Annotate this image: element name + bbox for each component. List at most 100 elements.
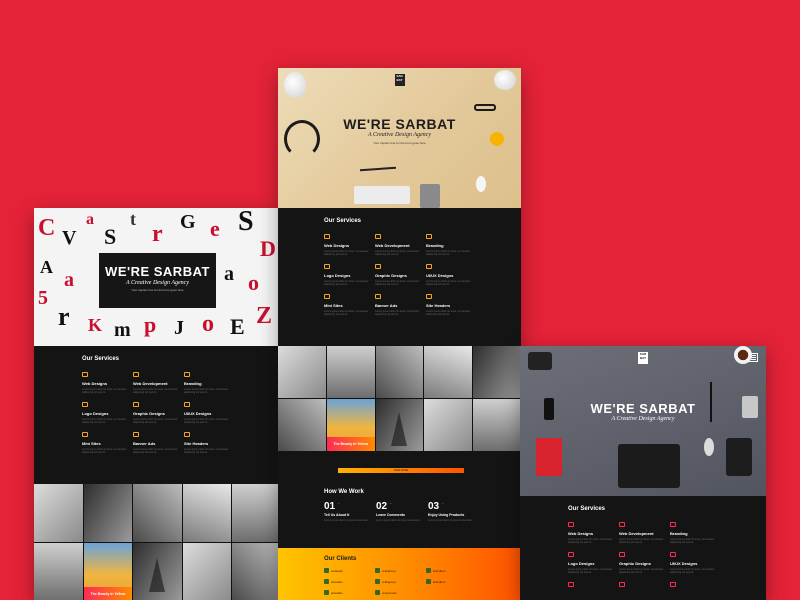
services-grid: Web Designs Lorem ipsum dolor sit amet, c…: [324, 234, 521, 316]
service-item[interactable]: [568, 582, 619, 591]
service-name: Banner Ads: [375, 303, 398, 308]
service-item[interactable]: UI/UX Designs Lorem ipsum dolor sit amet,…: [426, 264, 477, 286]
how-we-work-section: How We Work 01— Tell Us About It Lorem ips…: [324, 489, 504, 522]
headphones-icon: [619, 552, 625, 557]
client-logo[interactable]: artstudio: [324, 579, 375, 584]
portfolio-gallery: The Beauty in Yellow: [34, 484, 281, 600]
service-item[interactable]: [619, 582, 670, 591]
service-item[interactable]: Logo Designs Lorem ipsum dolor sit amet, …: [324, 264, 375, 286]
service-item[interactable]: Branding Lorem ipsum dolor sit amet, cons…: [670, 522, 721, 544]
service-item[interactable]: Graphic Designs Lorem ipsum dolor sit ame…: [133, 402, 184, 424]
portfolio-tile[interactable]: [375, 399, 424, 451]
client-badge-icon: [375, 568, 380, 573]
client-logo[interactable]: brandbox: [426, 579, 477, 584]
portfolio-tile[interactable]: [83, 484, 133, 542]
service-item[interactable]: Graphic Designs Lorem ipsum dolor sit ame…: [375, 264, 426, 286]
code-icon: [133, 372, 139, 377]
view-more-button[interactable]: VIEW MORE: [338, 468, 464, 473]
step-item: 01— Tell Us About It Lorem ipsum dolor sit…: [324, 501, 376, 522]
hero-collage-letter: K: [88, 315, 103, 335]
banner-icon: [375, 294, 381, 299]
portfolio-tile[interactable]: [424, 399, 473, 451]
client-logo[interactable]: brandbox: [426, 568, 477, 573]
portfolio-tile[interactable]: [133, 484, 182, 542]
portfolio-tile[interactable]: [278, 346, 326, 398]
section-title: Our Services: [324, 218, 362, 224]
heart-icon: [324, 264, 330, 269]
service-item[interactable]: UI/UX Designs Lorem ipsum dolor sit amet,…: [670, 552, 721, 574]
portfolio-tile[interactable]: [34, 484, 83, 542]
service-item[interactable]: Logo Designs Lorem ipsum dolor sit amet, …: [568, 552, 619, 574]
service-item[interactable]: Web Designs Lorem ipsum dolor sit amet, c…: [82, 372, 133, 394]
client-logo[interactable]: craftgroup: [375, 579, 426, 584]
portfolio-tile[interactable]: [424, 346, 473, 398]
page-title: WE'RE SARBAT: [105, 264, 210, 279]
service-item[interactable]: [670, 582, 721, 591]
step-item: 02— Leave Comments Lorem ipsum dolor sit a…: [376, 501, 428, 522]
client-logo[interactable]: artstudio: [324, 590, 375, 595]
portfolio-tile[interactable]: [133, 543, 182, 600]
hero-collage-letter: o: [202, 311, 214, 337]
portfolio-tile[interactable]: [182, 484, 232, 542]
tower-shape: [391, 412, 408, 446]
service-item[interactable]: Graphic Designs Lorem ipsum dolor sit ame…: [619, 552, 670, 574]
service-item[interactable]: Mini Sites Lorem ipsum dolor sit amet, co…: [324, 294, 375, 316]
portfolio-tile[interactable]: [278, 399, 326, 451]
service-item[interactable]: Banner Ads Lorem ipsum dolor sit amet, co…: [133, 432, 184, 454]
portfolio-tile[interactable]: [232, 543, 281, 600]
service-item[interactable]: Web Development Lorem ipsum dolor sit ame…: [133, 372, 184, 394]
page-title: WE'RE SARBAT: [343, 116, 456, 132]
portfolio-tile[interactable]: [473, 399, 521, 451]
service-item[interactable]: Web Designs Lorem ipsum dolor sit amet, c…: [324, 234, 375, 256]
service-item[interactable]: UI/UX Designs Lorem ipsum dolor sit amet,…: [184, 402, 235, 424]
service-item[interactable]: Branding Lorem ipsum dolor sit amet, cons…: [426, 234, 477, 256]
service-item[interactable]: Banner Ads Lorem ipsum dolor sit amet, co…: [375, 294, 426, 316]
portfolio-tile[interactable]: [34, 543, 83, 600]
section-title: Our Services: [82, 356, 120, 362]
service-name: Branding: [426, 243, 444, 248]
services-section: Our Services Web Designs Lorem ipsum dolo…: [520, 496, 766, 591]
service-item[interactable]: Web Designs Lorem ipsum dolor sit amet, c…: [568, 522, 619, 544]
service-desc: Lorem ipsum dolor sit amet, consectetur …: [568, 568, 613, 574]
service-item[interactable]: Web Development Lorem ipsum dolor sit ame…: [375, 234, 426, 256]
logo[interactable]: SAR BAT: [638, 352, 648, 364]
service-desc: Lorem ipsum dolor sit amet, consectetur …: [375, 280, 420, 286]
service-item[interactable]: Web Development Lorem ipsum dolor sit ame…: [619, 522, 670, 544]
folder-icon: [82, 372, 88, 377]
service-item[interactable]: Site Headers Lorem ipsum dolor sit amet, …: [426, 294, 477, 316]
services-section: Our Services Web Designs Lorem ipsum dolo…: [278, 208, 521, 316]
portfolio-tile[interactable]: [473, 346, 521, 398]
service-item[interactable]: Mini Sites Lorem ipsum dolor sit amet, co…: [82, 432, 133, 454]
drawing-tablet-icon: [618, 444, 680, 488]
service-name: Web Development: [133, 381, 168, 386]
service-desc: Lorem ipsum dolor sit amet, consectetur …: [619, 568, 664, 574]
section-title: How We Work: [324, 489, 364, 495]
service-item[interactable]: Logo Designs Lorem ipsum dolor sit amet, …: [82, 402, 133, 424]
portfolio-tile[interactable]: [375, 346, 424, 398]
steps-row: 01— Tell Us About It Lorem ipsum dolor sit…: [324, 501, 504, 522]
mockup-letters: C V a S t r G e S D A a 5 r K m p J o E …: [34, 208, 281, 600]
logo[interactable]: SAR BAT: [394, 74, 405, 86]
service-desc: Lorem ipsum dolor sit amet, consectetur …: [426, 280, 471, 286]
client-logo[interactable]: craftgroup: [375, 568, 426, 573]
browser-icon: [82, 432, 88, 437]
portfolio-tile-highlight[interactable]: The Beauty in Yellow: [326, 399, 375, 451]
service-desc: Lorem ipsum dolor sit amet, consectetur …: [324, 280, 369, 286]
clients-section: Our Clients webteam craftgroup brandbox …: [278, 548, 521, 600]
portfolio-tile[interactable]: [326, 346, 375, 398]
service-item[interactable]: Site Headers Lorem ipsum dolor sit amet, …: [184, 432, 235, 454]
client-logo[interactable]: webteam: [324, 568, 375, 573]
cup-icon: [426, 294, 432, 299]
tile-caption: The Beauty in Yellow: [83, 587, 133, 600]
service-name: Mini Sites: [82, 441, 101, 446]
portfolio-tile[interactable]: [182, 543, 232, 600]
portfolio-tile[interactable]: [232, 484, 281, 542]
page-tagline: A Creative Design Agency: [611, 416, 675, 422]
client-logo[interactable]: projectmax: [375, 590, 426, 595]
service-name: Logo Designs: [82, 411, 109, 416]
service-item[interactable]: Branding Lorem ipsum dolor sit amet, cons…: [184, 372, 235, 394]
hero-caption: Your caption line for the hero goes here: [373, 141, 426, 145]
service-desc: Lorem ipsum dolor sit amet, consectetur …: [568, 538, 613, 544]
portfolio-tile-highlight[interactable]: The Beauty in Yellow: [83, 543, 133, 600]
service-desc: Lorem ipsum dolor sit amet, consectetur …: [670, 568, 715, 574]
